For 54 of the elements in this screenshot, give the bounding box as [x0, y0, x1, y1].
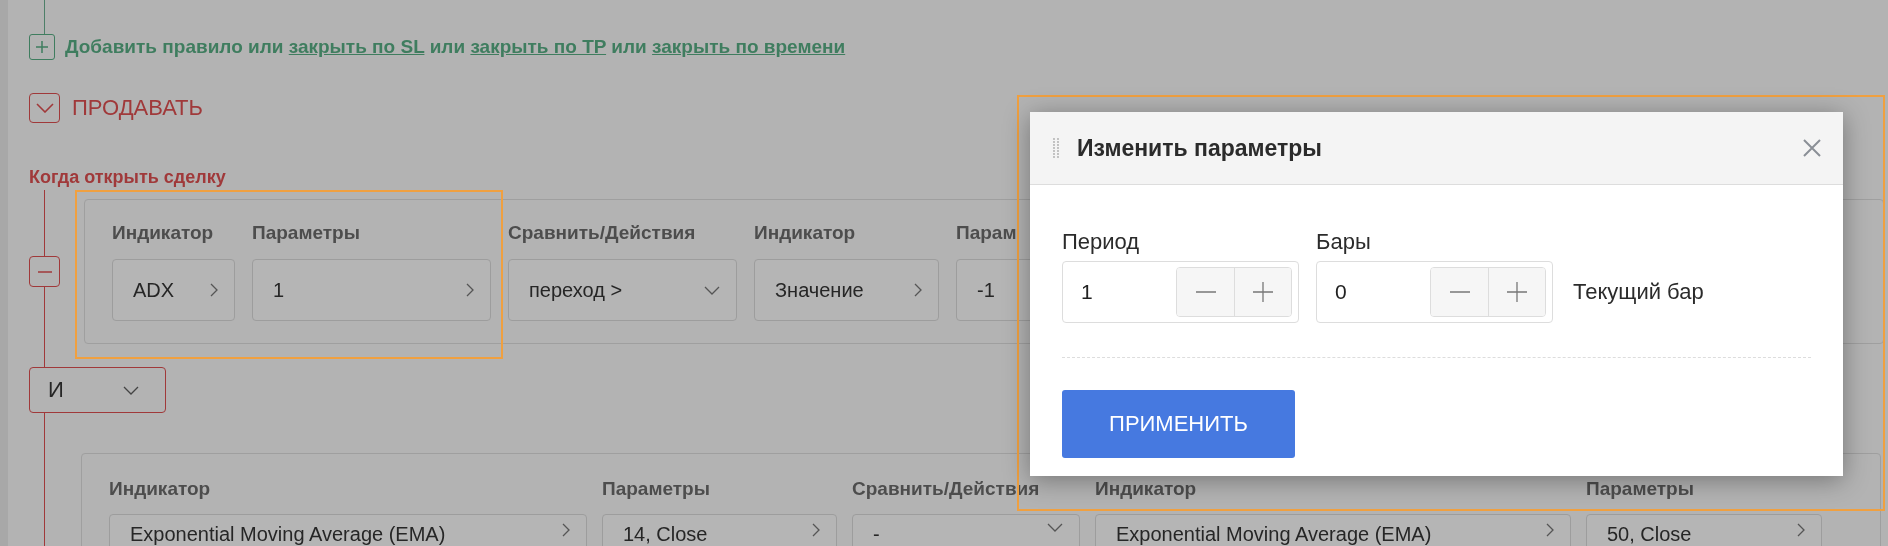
dropdown[interactable]: -: [852, 514, 1080, 546]
column-label: Параметры: [602, 478, 710, 500]
column-label: Сравнить/Действия: [508, 222, 696, 244]
drag-handle-icon[interactable]: [1052, 137, 1060, 159]
chevron-right-icon: [562, 523, 570, 537]
remove-rule-button[interactable]: [29, 256, 60, 287]
picker-field[interactable]: ADX: [112, 259, 235, 321]
logic-dropdown[interactable]: И: [29, 367, 166, 413]
picker-field[interactable]: Значение: [754, 259, 939, 321]
column-label: Индикатор: [109, 478, 211, 500]
add-rule-text: Добавить правило или закрыть по SL или закрыть по TP или закрыть по времени: [65, 36, 846, 58]
plus-icon: [1253, 282, 1273, 302]
column-label: Парам: [956, 222, 1017, 244]
field-label: Бары: [1316, 229, 1371, 255]
chevron-right-icon: [914, 283, 922, 297]
increment-button[interactable]: [1234, 268, 1291, 316]
column-label: Индикатор: [754, 222, 856, 244]
number-field[interactable]: 1: [1062, 261, 1299, 323]
chevron-right-icon: [210, 283, 218, 297]
dropdown[interactable]: переход >: [508, 259, 737, 321]
minus-icon: [1449, 291, 1470, 293]
plus-icon: [1507, 282, 1527, 302]
collapse-button[interactable]: [29, 93, 60, 123]
plus-icon: [35, 40, 49, 54]
chevron-down-icon: [123, 385, 139, 395]
chevron-right-icon: [812, 523, 820, 537]
chevron-down-icon: [1047, 523, 1063, 532]
minus-icon: [37, 270, 52, 273]
close-icon: [1803, 139, 1821, 157]
close-button[interactable]: [1803, 139, 1821, 157]
chevron-down-icon: [704, 285, 720, 295]
minus-icon: [1195, 291, 1216, 293]
field-note: Текущий бар: [1573, 279, 1704, 305]
field-label: Период: [1062, 229, 1140, 255]
picker-field[interactable]: Exponential Moving Average (EMA): [1095, 514, 1571, 546]
increment-button[interactable]: [1488, 268, 1545, 316]
chevron-right-icon: [466, 283, 474, 297]
condition-title: Когда открыть сделку: [29, 167, 226, 188]
picker-field[interactable]: Exponential Moving Average (EMA): [109, 514, 587, 546]
add-rule-button[interactable]: [29, 34, 55, 60]
chevron-right-icon: [1797, 523, 1805, 537]
dialog-title: Изменить параметры: [1077, 134, 1323, 162]
number-field[interactable]: 0: [1316, 261, 1553, 323]
chevron-right-icon: [1546, 523, 1554, 537]
apply-button[interactable]: ПРИМЕНИТЬ: [1062, 390, 1295, 458]
picker-field[interactable]: 50, Close: [1586, 514, 1822, 546]
section-title: ПРОДАВАТЬ: [72, 95, 203, 121]
column-label: Параметры: [1586, 478, 1694, 500]
column-label: Параметры: [252, 222, 360, 244]
column-label: Индикатор: [1095, 478, 1197, 500]
chevron-down-icon: [35, 103, 54, 113]
picker-field[interactable]: 1: [252, 259, 491, 321]
column-label: Индикатор: [112, 222, 214, 244]
picker-field[interactable]: 14, Close: [602, 514, 837, 546]
